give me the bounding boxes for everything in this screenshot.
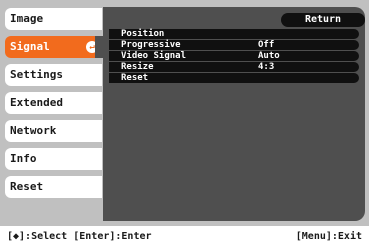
menu-item-label: Reset	[10, 180, 44, 193]
row-label: Video Signal	[121, 51, 187, 61]
menu-item-label: Extended	[10, 96, 63, 109]
submenu-row-resize[interactable]: Resize 4:3	[109, 62, 359, 72]
projector-menu-screen: Image Signal ↵ Settings Extended Network…	[0, 0, 369, 226]
row-label: Position	[121, 29, 165, 39]
row-label: Resize	[121, 62, 154, 72]
row-label: Progressive	[121, 40, 181, 50]
key-hint-left: [◆]:Select [Enter]:Enter	[7, 226, 152, 247]
menu-item-image[interactable]: Image	[5, 8, 102, 30]
menu-item-extended[interactable]: Extended	[5, 92, 102, 114]
submenu-row-video-signal[interactable]: Video Signal Auto	[109, 51, 359, 61]
menu-item-info[interactable]: Info	[5, 148, 102, 170]
row-value: Auto	[258, 51, 280, 61]
row-label: Reset	[121, 73, 149, 83]
submenu-row-progressive[interactable]: Progressive Off	[109, 40, 359, 50]
submenu-row-position[interactable]: Position	[109, 29, 359, 39]
menu-item-label: Settings	[10, 68, 63, 81]
menu-item-label: Network	[10, 124, 57, 137]
menu-item-signal[interactable]: Signal ↵	[5, 36, 102, 58]
menu-item-reset[interactable]: Reset	[5, 176, 102, 198]
menu-item-label: Image	[10, 12, 44, 25]
row-value: Off	[258, 40, 275, 50]
menu-item-label: Signal	[10, 40, 50, 53]
row-value: 4:3	[258, 62, 275, 72]
select-hint: [◆]:Select	[7, 231, 68, 242]
key-hint-bar: [◆]:Select [Enter]:Enter [Menu]:Exit	[0, 226, 369, 247]
submenu-panel: Return Position Progressive Off Video Si…	[103, 7, 365, 221]
menu-item-settings[interactable]: Settings	[5, 64, 102, 86]
submenu-row-reset[interactable]: Reset	[109, 73, 359, 83]
menu-item-label: Info	[10, 152, 37, 165]
enter-hint: [Enter]:Enter	[73, 231, 152, 242]
menu-item-network[interactable]: Network	[5, 120, 102, 142]
exit-hint: [Menu]:Exit	[295, 231, 362, 242]
return-button[interactable]: Return	[281, 13, 365, 27]
